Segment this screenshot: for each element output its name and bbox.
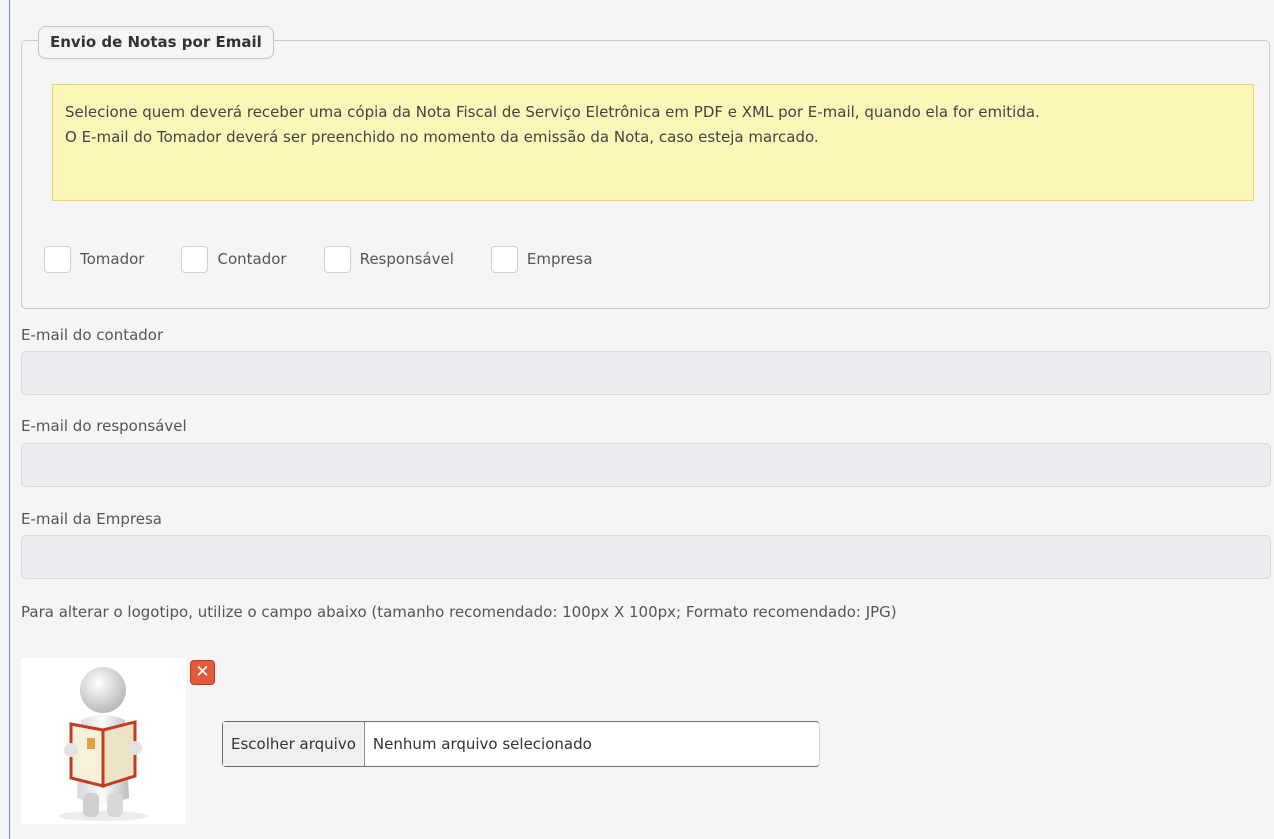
checkbox-empresa-box[interactable] bbox=[490, 245, 518, 273]
fieldset-legend: Envio de Notas por Email bbox=[38, 26, 274, 59]
notice-alert: Selecione quem deverá receber uma cópia … bbox=[52, 84, 1254, 201]
email-responsavel-input bbox=[21, 443, 1271, 487]
left-border-line bbox=[9, 0, 10, 839]
checkbox-empresa-label: Empresa bbox=[526, 250, 593, 268]
email-contador-input bbox=[21, 351, 1271, 395]
email-empresa-input bbox=[21, 535, 1271, 579]
checkbox-contador-box[interactable] bbox=[181, 245, 209, 273]
checkbox-responsavel[interactable]: Responsável bbox=[323, 245, 454, 273]
checkbox-tomador[interactable]: Tomador bbox=[44, 245, 145, 273]
checkbox-tomador-box[interactable] bbox=[44, 245, 71, 273]
checkbox-responsavel-box[interactable] bbox=[323, 245, 351, 273]
logo-file-input[interactable]: Escolher arquivo Nenhum arquivo selecion… bbox=[222, 721, 820, 767]
checkbox-responsavel-label: Responsável bbox=[359, 250, 454, 268]
notice-line-2: O E-mail do Tomador deverá ser preenchid… bbox=[65, 128, 819, 146]
email-responsavel-label: E-mail do responsável bbox=[21, 417, 187, 435]
email-contador-label: E-mail do contador bbox=[21, 326, 164, 344]
choose-file-button[interactable]: Escolher arquivo bbox=[223, 722, 365, 766]
checkbox-empresa[interactable]: Empresa bbox=[490, 245, 593, 273]
recipient-checkboxes: Tomador Contador Responsável Empresa bbox=[44, 245, 630, 273]
notice-line-1: Selecione quem deverá receber uma cópia … bbox=[65, 103, 1040, 121]
email-empresa-label: E-mail da Empresa bbox=[21, 510, 162, 528]
checkbox-tomador-label: Tomador bbox=[80, 250, 145, 268]
close-icon: ✕ bbox=[195, 662, 210, 682]
remove-logo-button[interactable]: ✕ bbox=[190, 660, 215, 685]
checkbox-contador[interactable]: Contador bbox=[181, 245, 287, 273]
logo-hint-text: Para alterar o logotipo, utilize o campo… bbox=[21, 603, 897, 621]
logo-preview-image bbox=[21, 658, 186, 824]
file-status-text: Nenhum arquivo selecionado bbox=[372, 735, 592, 753]
reader-figure-icon bbox=[58, 667, 148, 821]
checkbox-contador-label: Contador bbox=[217, 250, 287, 268]
